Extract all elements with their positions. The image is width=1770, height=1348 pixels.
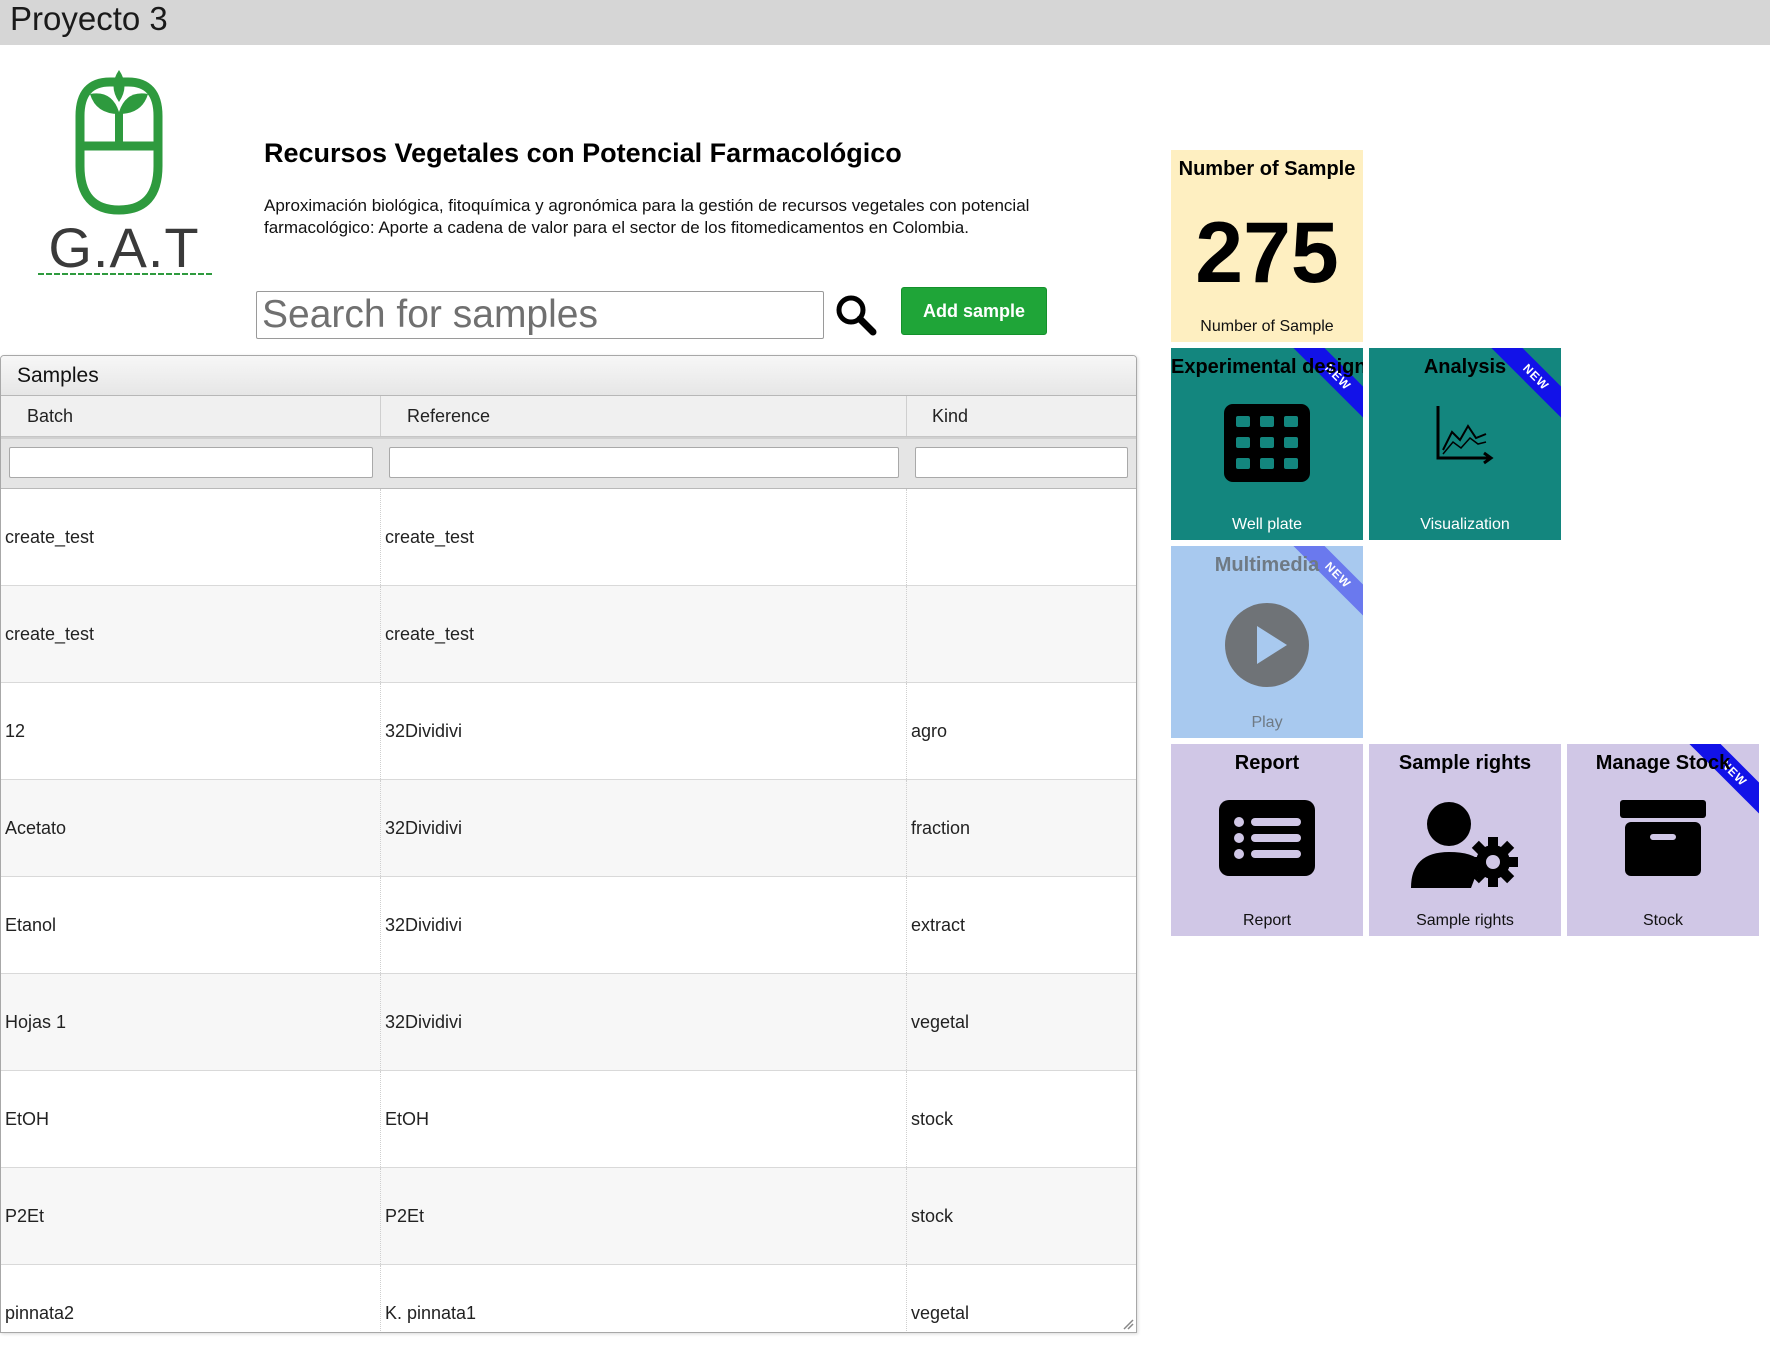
project-description: Aproximación biológica, fitoquímica y ag… bbox=[264, 196, 1030, 237]
column-header-kind[interactable]: Kind bbox=[907, 396, 1136, 436]
chart-icon bbox=[1434, 404, 1496, 471]
table-row[interactable]: 12 32Dividivi agro bbox=[1, 683, 1136, 780]
tile-title: Analysis bbox=[1423, 356, 1507, 378]
kind-filter-input[interactable] bbox=[915, 447, 1128, 478]
multimedia-tile[interactable]: NEW Multimedia Play bbox=[1171, 546, 1363, 738]
table-row[interactable]: Hojas 1 32Dividivi vegetal bbox=[1, 974, 1136, 1071]
tile-caption: Stock bbox=[1642, 912, 1683, 929]
tile-title: Experimental design bbox=[1171, 356, 1363, 378]
kind-cell bbox=[907, 489, 1136, 585]
table-row[interactable]: Etanol 32Dividivi extract bbox=[1, 877, 1136, 974]
table-row[interactable]: pinnata2 K. pinnata1 vegetal bbox=[1, 1265, 1136, 1332]
reference-filter-input[interactable] bbox=[389, 447, 899, 478]
sample-count-value: 275 bbox=[1195, 205, 1339, 301]
tile-caption: Well plate bbox=[1232, 516, 1302, 533]
batch-cell: EtOH bbox=[1, 1071, 381, 1167]
kind-cell bbox=[907, 586, 1136, 682]
column-header-reference[interactable]: Reference bbox=[381, 396, 907, 436]
batch-cell: Etanol bbox=[1, 877, 381, 973]
samples-grid: Samples Batch Reference Kind create_test… bbox=[0, 355, 1137, 1333]
batch-cell: pinnata2 bbox=[1, 1265, 381, 1332]
reference-cell: K. pinnata1 bbox=[381, 1265, 907, 1332]
resize-grip-icon[interactable] bbox=[1122, 1318, 1134, 1330]
list-icon bbox=[1219, 800, 1315, 881]
batch-cell: Acetato bbox=[1, 780, 381, 876]
tile-caption: Visualization bbox=[1420, 516, 1510, 533]
analysis-tile[interactable]: NEW Analysis Visualization bbox=[1369, 348, 1561, 540]
reference-cell: 32Dividivi bbox=[381, 780, 907, 876]
logo-text: G.A.T bbox=[48, 216, 199, 279]
tile-title: Multimedia bbox=[1214, 554, 1320, 576]
search-input[interactable] bbox=[256, 291, 824, 339]
kind-cell: stock bbox=[911, 1109, 954, 1129]
grid-header-row: Batch Reference Kind bbox=[1, 396, 1136, 437]
table-row[interactable]: create_test create_test bbox=[1, 586, 1136, 683]
tile-title: Manage Stock bbox=[1595, 752, 1731, 774]
gat-logo: G.A.T bbox=[30, 62, 218, 286]
add-sample-button[interactable]: Add sample bbox=[901, 287, 1047, 335]
reference-cell: EtOH bbox=[381, 1071, 907, 1167]
sample-count-tile[interactable]: Number of Sample 275 Number of Sample bbox=[1171, 150, 1363, 342]
tile-title: Number of Sample bbox=[1178, 158, 1356, 180]
window-title: Proyecto 3 bbox=[10, 0, 168, 37]
batch-cell: create_test bbox=[1, 586, 381, 682]
kind-cell: stock bbox=[911, 1206, 954, 1226]
kind-cell: agro bbox=[911, 721, 948, 741]
grid-icon bbox=[1224, 404, 1310, 487]
reference-cell: 32Dividivi bbox=[381, 974, 907, 1070]
grid-filter-row bbox=[1, 437, 1136, 489]
project-title: Recursos Vegetales con Potencial Farmaco… bbox=[264, 138, 902, 168]
play-icon bbox=[1224, 602, 1310, 693]
reference-cell: 32Dividivi bbox=[381, 683, 907, 779]
archive-icon bbox=[1620, 800, 1706, 881]
tile-title: Sample rights bbox=[1398, 752, 1532, 774]
report-tile[interactable]: Report Report bbox=[1171, 744, 1363, 936]
kind-cell: vegetal bbox=[911, 1303, 970, 1323]
reference-cell: create_test bbox=[381, 586, 907, 682]
tile-caption: Sample rights bbox=[1416, 912, 1514, 929]
kind-cell: extract bbox=[911, 915, 966, 935]
batch-cell: create_test bbox=[1, 489, 381, 585]
table-row[interactable]: create_test create_test bbox=[1, 489, 1136, 586]
kind-cell: vegetal bbox=[911, 1012, 970, 1032]
batch-cell: 12 bbox=[1, 683, 381, 779]
tile-title: Report bbox=[1234, 752, 1300, 774]
grid-title: Samples bbox=[1, 356, 1136, 396]
tile-caption: Report bbox=[1242, 912, 1292, 929]
reference-cell: create_test bbox=[381, 489, 907, 585]
sample-rights-tile[interactable]: Sample rights Sample rights bbox=[1369, 744, 1561, 936]
grid-body: create_test create_test create_test crea… bbox=[1, 489, 1136, 1332]
reference-cell: P2Et bbox=[381, 1168, 907, 1264]
batch-cell: Hojas 1 bbox=[1, 974, 381, 1070]
table-row[interactable]: P2Et P2Et stock bbox=[1, 1168, 1136, 1265]
window-titlebar: Proyecto 3 bbox=[0, 0, 1770, 45]
tile-caption: Number of Sample bbox=[1200, 318, 1334, 335]
tile-caption: Play bbox=[1251, 714, 1283, 731]
column-header-batch[interactable]: Batch bbox=[1, 396, 381, 436]
user-gear-icon bbox=[1411, 800, 1519, 895]
kind-cell: fraction bbox=[911, 818, 971, 838]
table-row[interactable]: EtOH EtOH stock bbox=[1, 1071, 1136, 1168]
batch-cell: P2Et bbox=[1, 1168, 381, 1264]
search-icon[interactable] bbox=[834, 293, 878, 337]
table-row[interactable]: Acetato 32Dividivi fraction bbox=[1, 780, 1136, 877]
batch-filter-input[interactable] bbox=[9, 447, 373, 478]
reference-cell: 32Dividivi bbox=[381, 877, 907, 973]
experimental-design-tile[interactable]: NEW Experimental design Well plate bbox=[1171, 348, 1363, 540]
manage-stock-tile[interactable]: NEW Manage Stock Stock bbox=[1567, 744, 1759, 936]
